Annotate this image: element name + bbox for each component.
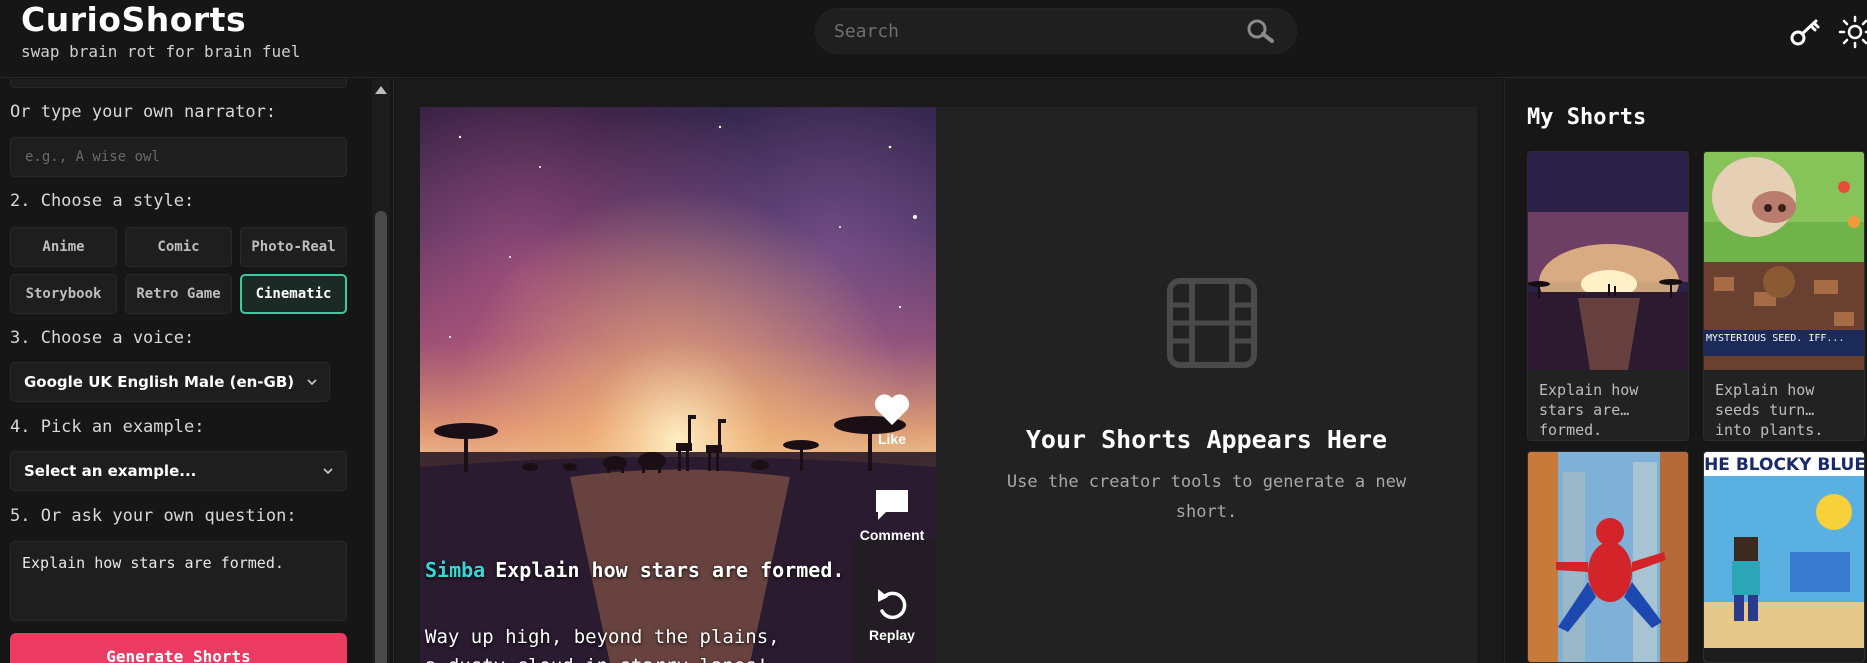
caption-line: a dusty cloud in starry lanes! bbox=[425, 652, 845, 663]
short-card[interactable]: MYSTERIOUS SEED. IFF... Explain how seed… bbox=[1703, 151, 1865, 441]
main-stage: Like Comment Replay Simba Explain how sta… bbox=[395, 79, 1503, 663]
style-cinematic-button[interactable]: Cinematic bbox=[240, 274, 347, 314]
chevron-down-icon bbox=[307, 379, 317, 386]
short-video-player[interactable]: Like Comment Replay Simba Explain how sta… bbox=[420, 107, 936, 663]
like-label: Like bbox=[877, 431, 906, 447]
style-label: 2. Choose a style: bbox=[10, 191, 195, 211]
example-label: 4. Pick an example: bbox=[10, 417, 205, 437]
theme-toggle-sun-icon[interactable] bbox=[1838, 15, 1867, 49]
film-strip-icon bbox=[1167, 278, 1257, 368]
my-shorts-panel: My Shorts Explain how stars are… formed.… bbox=[1504, 79, 1867, 663]
replay-action[interactable]: Replay bbox=[847, 585, 936, 643]
scroll-up-arrow-icon[interactable] bbox=[372, 83, 390, 97]
short-caption-body: Way up high, beyond the plains, a dusty … bbox=[425, 623, 845, 663]
style-anime-button[interactable]: Anime bbox=[10, 227, 117, 267]
comment-label: Comment bbox=[859, 527, 925, 543]
heart-icon bbox=[874, 394, 910, 425]
thumbnail-banner-text: MYSTERIOUS SEED. IFF... bbox=[1706, 333, 1845, 344]
chevron-down-icon bbox=[323, 468, 333, 475]
app-title[interactable]: CurioShorts bbox=[21, 0, 246, 39]
sidebar-scroll-thumb[interactable] bbox=[375, 211, 387, 663]
app-tagline: swap brain rot for brain fuel bbox=[21, 42, 301, 61]
empty-preview-panel: Your Shorts Appears Here Use the creator… bbox=[936, 107, 1477, 663]
voice-select-value: Google UK English Male (en-GB) bbox=[24, 373, 295, 391]
comment-icon bbox=[876, 490, 908, 520]
search-bar[interactable] bbox=[815, 8, 1297, 54]
voice-label: 3. Choose a voice: bbox=[10, 328, 195, 348]
short-thumbnail bbox=[1704, 452, 1864, 662]
narrator-input[interactable] bbox=[10, 137, 347, 177]
comment-action[interactable]: Comment bbox=[847, 487, 936, 543]
app-header: CurioShorts swap brain rot for brain fue… bbox=[0, 0, 1867, 78]
style-storybook-button[interactable]: Storybook bbox=[10, 274, 117, 314]
search-icon[interactable] bbox=[1246, 19, 1276, 43]
example-select[interactable]: Select an example... bbox=[10, 451, 347, 491]
empty-state-subtitle: Use the creator tools to generate a new … bbox=[1006, 472, 1407, 522]
thumbnail-banner-text: HE BLOCKY BLUE bbox=[1704, 455, 1865, 475]
short-card[interactable]: HE BLOCKY BLUE bbox=[1703, 451, 1865, 663]
replay-label: Replay bbox=[869, 627, 915, 643]
narrator-select-bottom[interactable] bbox=[10, 79, 347, 88]
caption-line: Way up high, beyond the plains, bbox=[425, 626, 780, 648]
replay-icon bbox=[878, 589, 907, 620]
short-card-caption: Explain how seeds turn… into plants. bbox=[1715, 381, 1824, 439]
narrator-label: Or type your own narrator: bbox=[10, 102, 277, 122]
question-label: 5. Or ask your own question: bbox=[10, 506, 297, 526]
voice-select[interactable]: Google UK English Male (en-GB) bbox=[10, 362, 330, 402]
like-action[interactable]: Like bbox=[847, 391, 936, 447]
short-thumbnail bbox=[1528, 152, 1688, 370]
creator-sidebar: Or type your own narrator: 2. Choose a s… bbox=[0, 79, 394, 663]
empty-state-title: Your Shorts Appears Here bbox=[1025, 425, 1388, 454]
my-shorts-title: My Shorts bbox=[1527, 105, 1647, 130]
short-question-text: Explain how stars are formed. bbox=[495, 558, 845, 582]
search-input[interactable] bbox=[834, 9, 1234, 53]
narrator-name: Simba bbox=[425, 558, 486, 582]
style-photo-real-button[interactable]: Photo-Real bbox=[240, 227, 347, 267]
example-select-value: Select an example... bbox=[24, 462, 197, 480]
short-thumbnail bbox=[1528, 452, 1688, 662]
style-comic-button[interactable]: Comic bbox=[125, 227, 232, 267]
short-card[interactable] bbox=[1527, 451, 1689, 663]
question-textarea[interactable] bbox=[10, 541, 347, 621]
short-card-caption: Explain how stars are… formed. bbox=[1539, 381, 1639, 439]
key-icon[interactable] bbox=[1788, 15, 1822, 49]
generate-shorts-button[interactable]: Generate Shorts bbox=[10, 633, 347, 663]
short-caption-title: Simba Explain how stars are formed. bbox=[425, 557, 845, 583]
short-card[interactable]: Explain how stars are… formed. bbox=[1527, 151, 1689, 441]
style-retro-game-button[interactable]: Retro Game bbox=[125, 274, 232, 314]
